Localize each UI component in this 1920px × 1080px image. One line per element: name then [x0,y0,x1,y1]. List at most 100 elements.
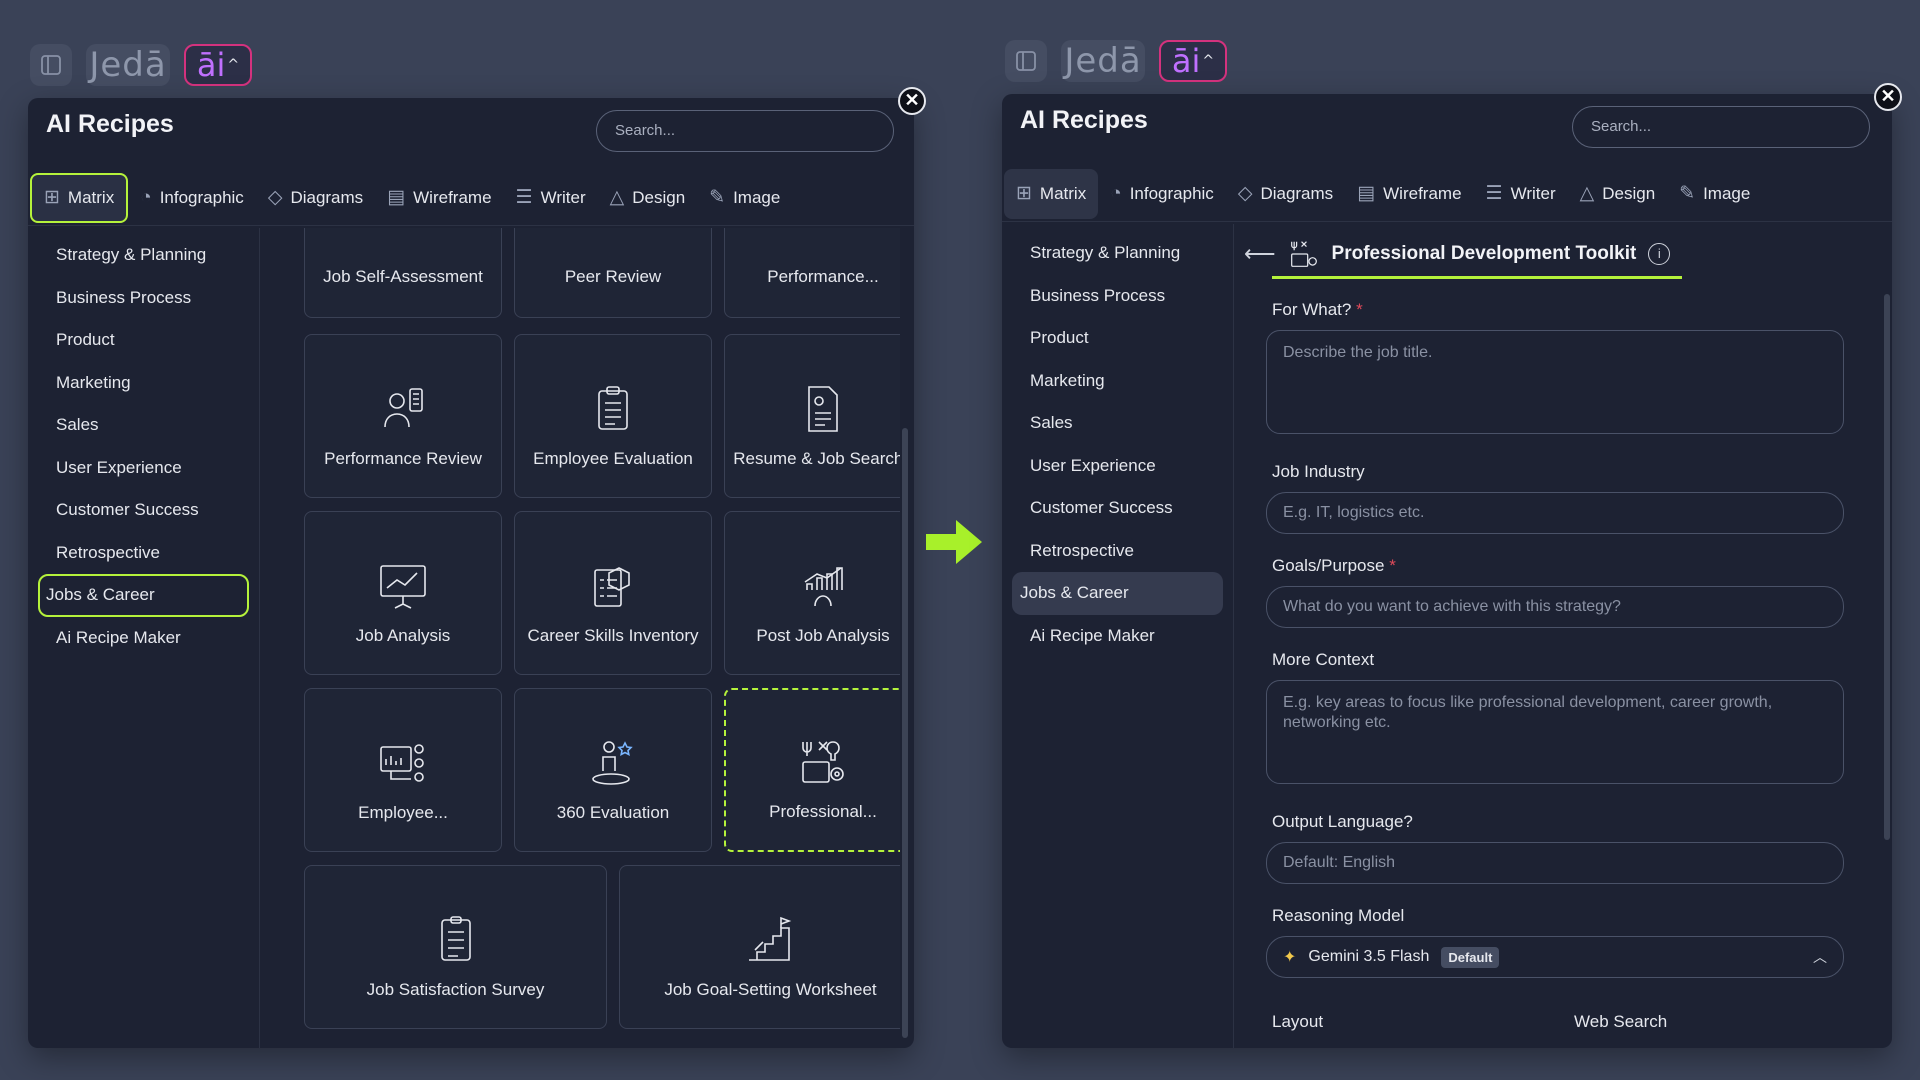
sidebar-toggle-button[interactable] [1005,40,1047,82]
web-search-label: Web Search [1574,1012,1668,1031]
brand-logo[interactable]: Jedā [86,44,170,86]
category-business-process[interactable]: Business Process [38,277,249,320]
ai-menu-button[interactable]: āi ^ [184,44,252,86]
category-user-experience[interactable]: User Experience [1012,445,1223,488]
category-retrospective[interactable]: Retrospective [38,532,249,575]
grid-icon: ⊞ [44,187,60,208]
list-icon: ☰ [515,187,533,208]
design-icon: △ [1579,183,1595,204]
category-strategy-planning[interactable]: Strategy & Planning [1012,232,1223,275]
person-star-icon [592,741,633,785]
recipe-card[interactable]: Job Goal-Setting Worksheet [619,865,900,1029]
goals-label: Goals/Purpose * [1272,556,1396,575]
stairs-flag-icon [748,916,791,961]
tab-writer[interactable]: ☰ Writer [504,173,598,223]
brand-logo[interactable]: Jedā [1061,40,1145,82]
model-select[interactable]: ✦ Gemini 3.5 Flash Default ︿ [1266,936,1844,978]
grid-icon: ⊞ [1016,183,1032,204]
industry-input[interactable]: E.g. IT, logistics etc. [1266,492,1844,534]
card-label: Job Self-Assessment [323,267,483,286]
category-product[interactable]: Product [1012,317,1223,360]
category-jobs-career[interactable]: Jobs & Career [38,574,249,617]
scrollbar[interactable] [902,428,908,1038]
goals-input[interactable]: What do you want to achieve with this st… [1266,586,1844,628]
tab-bar: ⊞ Matrix ◔ Infographic ◇ Diagrams ▤ Wirefram… [28,170,914,226]
tab-infographic[interactable]: ◔ Infographic [1098,169,1226,219]
card-label: Performance... [767,267,879,286]
recipe-card[interactable]: Performance Review [304,334,502,498]
brush-icon: ✎ [709,187,726,208]
language-input[interactable]: Default: English [1266,842,1844,884]
recipe-card[interactable]: Employee... [304,688,502,852]
layout-label: Layout [1272,1012,1324,1031]
category-business-process[interactable]: Business Process [1012,275,1223,318]
recipe-card[interactable]: Employee Evaluation [514,334,712,498]
category-customer-success[interactable]: Customer Success [38,489,249,532]
category-customer-success[interactable]: Customer Success [1012,487,1223,530]
for-what-textarea[interactable]: Describe the job title. [1266,330,1844,434]
tab-wireframe[interactable]: ▤ Wireframe [1345,169,1473,219]
tab-infographic[interactable]: ◔ Infographic [128,173,256,223]
recipe-card[interactable]: Resume & Job Search.. [724,334,900,498]
chevron-up-icon: ^ [1202,53,1215,69]
chevron-up-icon: ^ [227,57,240,73]
card-label: Post Job Analysis [756,626,890,645]
tab-wireframe[interactable]: ▤ Wireframe [375,173,503,223]
topbar-right: Jedā āi ^ [1005,40,1227,82]
card-label: Employee Evaluation [533,449,693,468]
ai-label: āi [196,46,226,84]
recipe-card[interactable]: Job Self-Assessment [304,228,502,318]
tab-matrix[interactable]: ⊞ Matrix [1004,168,1099,219]
category-marketing[interactable]: Marketing [38,362,249,405]
clipboard-icon [598,386,628,430]
tab-image[interactable]: ✎ Image [697,173,792,223]
recipe-card[interactable]: 360 Evaluation [514,688,712,852]
info-icon[interactable]: i [1648,243,1671,265]
recipe-card[interactable]: Post Job Analysis [724,511,900,675]
tab-design[interactable]: △ Design [598,173,698,223]
category-sales[interactable]: Sales [38,404,249,447]
ai-menu-button[interactable]: āi ^ [1159,40,1227,82]
tab-image[interactable]: ✎ Image [1667,169,1762,219]
tab-writer[interactable]: ☰ Writer [1474,169,1568,219]
wireframe-icon: ▤ [387,187,406,208]
category-user-experience[interactable]: User Experience [38,447,249,490]
scrollbar[interactable] [1884,294,1890,840]
category-retrospective[interactable]: Retrospective [1012,530,1223,573]
close-button[interactable]: ✕ [1874,83,1902,111]
category-ai-recipe-maker[interactable]: Ai Recipe Maker [1012,615,1223,658]
recipe-card[interactable]: Peer Review [514,228,712,318]
recipe-card[interactable]: Career Skills Inventory [514,511,712,675]
recipe-card[interactable]: Performance... [724,228,900,318]
tab-diagrams[interactable]: ◇ Diagrams [1226,169,1345,219]
toolkit-icon [802,741,844,783]
search-input[interactable]: Search... [596,110,894,152]
category-jobs-career[interactable]: Jobs & Career [1012,572,1223,615]
toolkit-icon [1290,241,1317,267]
category-sales[interactable]: Sales [1012,402,1223,445]
recipes-panel-left: AI Recipes Search... ⊞ Matrix ◔ Infographi… [28,98,914,1048]
recipe-card[interactable]: Job Analysis [304,511,502,675]
wireframe-icon: ▤ [1357,183,1376,204]
sidebar-toggle-button[interactable] [30,44,72,86]
recipe-card-selected[interactable]: Professional... [724,688,900,852]
search-input[interactable]: Search... [1572,106,1870,148]
card-label: 360 Evaluation [556,803,670,822]
tab-design[interactable]: △ Design [1568,169,1668,219]
bar-chart-icon [804,567,843,607]
category-list: Strategy & Planning Business Process Pro… [28,228,260,1048]
tab-diagrams[interactable]: ◇ Diagrams [256,173,375,223]
tab-matrix[interactable]: ⊞ Matrix [30,172,129,223]
dashboard-people-icon [380,744,424,782]
recipe-card[interactable]: Job Satisfaction Survey [304,865,607,1029]
category-ai-recipe-maker[interactable]: Ai Recipe Maker [38,617,249,660]
tab-bar: ⊞ Matrix ◔ Infographic ◇ Diagrams ▤ Wirefram… [1002,166,1892,222]
brush-icon: ✎ [1679,183,1696,204]
back-arrow-icon[interactable]: ⟵ [1244,241,1276,267]
context-textarea[interactable]: E.g. key areas to focus like professiona… [1266,680,1844,784]
close-button[interactable]: ✕ [898,87,926,115]
category-product[interactable]: Product [38,319,249,362]
category-marketing[interactable]: Marketing [1012,360,1223,403]
model-label: Reasoning Model [1272,906,1405,925]
category-strategy-planning[interactable]: Strategy & Planning [38,234,249,277]
